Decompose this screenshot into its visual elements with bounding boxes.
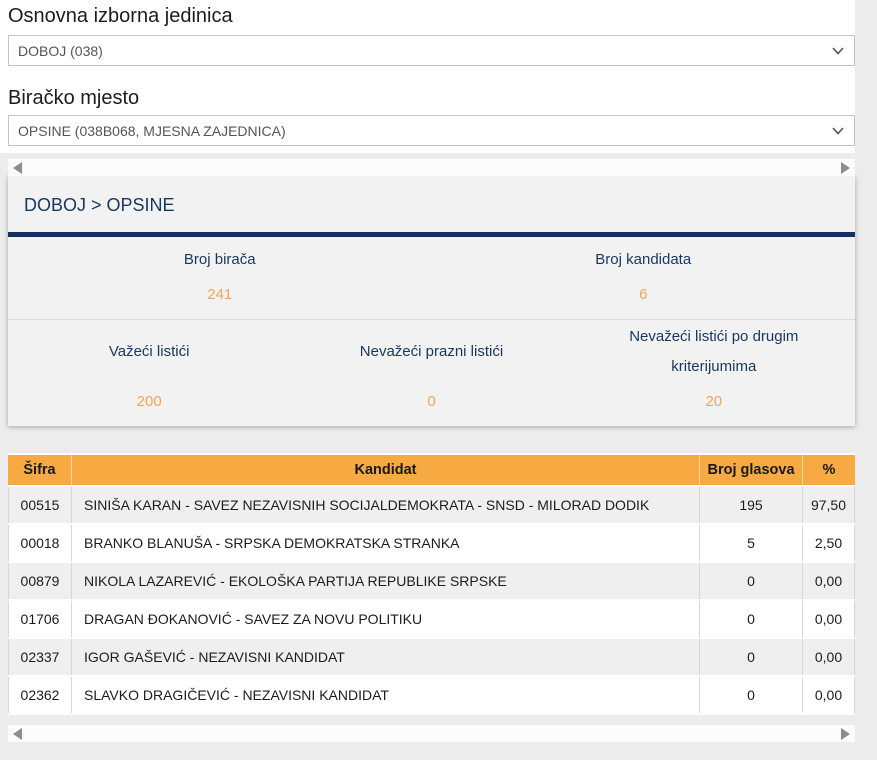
cell-sifra: 00879 bbox=[8, 563, 72, 599]
cell-votes: 195 bbox=[700, 487, 803, 523]
filter-form: Osnovna izborna jedinica DOBOJ (038) Bir… bbox=[0, 0, 855, 153]
breadcrumb: DOBOJ > OPSINE bbox=[24, 195, 175, 215]
cell-percent: 0,00 bbox=[803, 677, 855, 713]
cell-votes: 0 bbox=[700, 601, 803, 637]
cell-votes: 0 bbox=[700, 639, 803, 675]
table-row: 02362 SLAVKO DRAGIČEVIĆ - NEZAVISNI KANDI… bbox=[8, 677, 855, 713]
stat-label: Nevažeći prazni listići bbox=[359, 343, 504, 360]
column-header-sifra: Šifra bbox=[8, 455, 72, 485]
table-row: 01706 DRAGAN ĐOKANOVIĆ - SAVEZ ZA NOVU PO… bbox=[8, 601, 855, 637]
scroll-right-arrow-icon[interactable] bbox=[841, 162, 850, 174]
stat-value: 0 bbox=[427, 393, 436, 410]
stat-label: Broj kandidata bbox=[595, 250, 692, 268]
cell-sifra: 01706 bbox=[8, 601, 72, 637]
cell-percent: 97,50 bbox=[803, 487, 855, 523]
table-row: 00879 NIKOLA LAZAREVIĆ - EKOLOŠKA PARTIJA… bbox=[8, 563, 855, 599]
scroll-left-arrow-icon[interactable] bbox=[13, 162, 22, 174]
cell-sifra: 02362 bbox=[8, 677, 72, 713]
cell-votes: 0 bbox=[700, 563, 803, 599]
horizontal-scrollbar-bottom[interactable] bbox=[8, 725, 855, 742]
cell-percent: 0,00 bbox=[803, 563, 855, 599]
column-header-percent: % bbox=[803, 455, 855, 485]
polling-station-select-wrap: OPSINE (038B068, MJESNA ZAJEDNICA) bbox=[8, 115, 855, 146]
stat-value: 200 bbox=[136, 393, 162, 410]
stat-value: 6 bbox=[639, 286, 648, 303]
stats-row-1: Broj birača 241 Broj kandidata 6 bbox=[8, 237, 855, 320]
stat-label: Broj birača bbox=[183, 250, 256, 268]
cell-votes: 0 bbox=[700, 677, 803, 713]
cell-percent: 0,00 bbox=[803, 639, 855, 675]
stat-broj-kandidata: Broj kandidata 6 bbox=[432, 249, 856, 305]
stat-value: 241 bbox=[207, 286, 233, 303]
results-table: Šifra Kandidat Broj glasova % 00515 SINIŠ… bbox=[8, 453, 855, 715]
table-row: 02337 IGOR GAŠEVIĆ - NEZAVISNI KANDIDAT 0 0… bbox=[8, 639, 855, 675]
stat-label: Nevažeći listići po drugim kriterijumima bbox=[629, 328, 799, 375]
cell-sifra: 00018 bbox=[8, 525, 72, 561]
horizontal-scrollbar-top[interactable] bbox=[8, 159, 855, 176]
stat-vazeci-listici: Važeći listići 200 bbox=[8, 320, 290, 412]
stat-label: Važeći listići bbox=[108, 343, 190, 360]
constituency-select[interactable]: DOBOJ (038) bbox=[8, 35, 855, 66]
constituency-label: Osnovna izborna jedinica bbox=[8, 5, 233, 27]
cell-percent: 0,00 bbox=[803, 601, 855, 637]
table-header-row: Šifra Kandidat Broj glasova % bbox=[8, 455, 855, 485]
table-row: 00515 SINIŠA KARAN - SAVEZ NEZAVISNIH SOC… bbox=[8, 487, 855, 523]
cell-kandidat: NIKOLA LAZAREVIĆ - EKOLOŠKA PARTIJA REPU… bbox=[72, 563, 700, 599]
polling-station-label: Biračko mjesto bbox=[8, 87, 140, 109]
cell-kandidat: BRANKO BLANUŠA - SRPSKA DEMOKRATSKA STRA… bbox=[72, 525, 700, 561]
stat-broj-biraca: Broj birača 241 bbox=[8, 249, 432, 305]
stat-nevazeci-prazni: Nevažeći prazni listići 0 bbox=[290, 320, 572, 412]
scroll-right-arrow-icon[interactable] bbox=[841, 728, 850, 740]
cell-kandidat: SINIŠA KARAN - SAVEZ NEZAVISNIH SOCIJALD… bbox=[72, 487, 700, 523]
table-row: 00018 BRANKO BLANUŠA - SRPSKA DEMOKRATSKA… bbox=[8, 525, 855, 561]
column-header-broj-glasova: Broj glasova bbox=[700, 455, 803, 485]
results-table-body: 00515 SINIŠA KARAN - SAVEZ NEZAVISNIH SOC… bbox=[8, 487, 855, 713]
polling-station-select[interactable]: OPSINE (038B068, MJESNA ZAJEDNICA) bbox=[8, 115, 855, 146]
stat-nevazeci-drugi: Nevažeći listići po drugim kriterijumima… bbox=[573, 320, 855, 412]
cell-sifra: 02337 bbox=[8, 639, 72, 675]
column-header-kandidat: Kandidat bbox=[72, 455, 700, 485]
cell-kandidat: DRAGAN ĐOKANOVIĆ - SAVEZ ZA NOVU POLITIK… bbox=[72, 601, 700, 637]
stat-value: 20 bbox=[705, 393, 723, 410]
cell-kandidat: SLAVKO DRAGIČEVIĆ - NEZAVISNI KANDIDAT bbox=[72, 677, 700, 713]
constituency-select-wrap: DOBOJ (038) bbox=[8, 35, 855, 66]
results-summary-panel: DOBOJ > OPSINE Broj birača 241 Broj kand… bbox=[8, 176, 855, 426]
cell-sifra: 00515 bbox=[8, 487, 72, 523]
stats-row-2: Važeći listići 200 Nevažeći prazni listi… bbox=[8, 320, 855, 426]
cell-kandidat: IGOR GAŠEVIĆ - NEZAVISNI KANDIDAT bbox=[72, 639, 700, 675]
cell-percent: 2,50 bbox=[803, 525, 855, 561]
scroll-left-arrow-icon[interactable] bbox=[13, 728, 22, 740]
cell-votes: 5 bbox=[700, 525, 803, 561]
